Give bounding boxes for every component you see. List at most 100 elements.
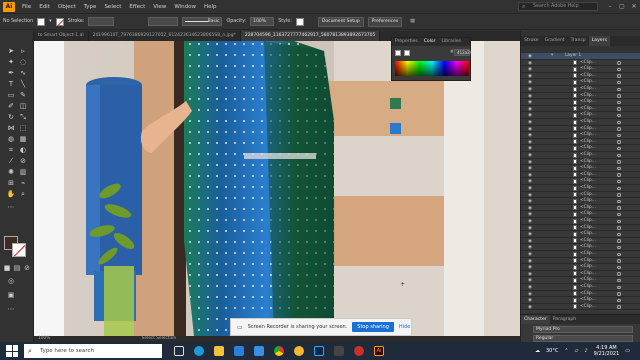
target-circle-icon[interactable] [617,127,621,131]
eye-icon[interactable]: ◉ [528,193,532,198]
eye-icon[interactable]: ◉ [528,179,532,184]
mesh-tool-icon[interactable]: ⌗ [6,146,16,155]
tab-character[interactable]: Character [521,315,550,324]
doc-tab-3[interactable]: 228704596_1163727777462917_5807813893892… [240,31,381,41]
eye-icon[interactable]: ◉ [528,100,532,105]
task-view-icon[interactable] [174,346,184,356]
draw-mode-icon[interactable]: ◎ [6,277,16,286]
layer-row[interactable]: ◉ <Clip... [521,112,640,119]
layer-row[interactable]: ◉ <Clip... [521,86,640,93]
hex-field[interactable]: 412a24 [454,49,472,56]
layer-row[interactable]: ◉ <Clip... [521,66,640,73]
layer-row[interactable]: ◉ <Clip... [521,251,640,258]
gradient-tool-icon[interactable]: ◐ [18,146,28,155]
tab-properties[interactable]: Properties [392,38,421,46]
menu-file[interactable]: File [18,4,35,10]
column-graph-icon[interactable]: ▥ [18,168,28,177]
target-circle-icon[interactable] [617,292,621,296]
color-mode-icon[interactable]: ■ [2,264,12,273]
eye-icon[interactable]: ◉ [528,94,532,99]
screen-mode-icon[interactable]: ▣ [6,291,16,300]
target-circle-icon[interactable] [617,259,621,263]
menu-effect[interactable]: Effect [125,4,149,10]
weather-temp[interactable]: 30°C [546,348,558,354]
zoom-level[interactable]: 100% [38,336,50,341]
file-explorer-icon[interactable] [214,346,224,356]
clock[interactable]: 4:19 AM 9/21/2021 [594,345,620,357]
layer-row[interactable]: ◉ <Clip... [521,185,640,192]
layer-row[interactable]: ◉ <Clip... [521,297,640,304]
style-swatch[interactable] [295,17,304,26]
eye-icon[interactable]: ◉ [528,80,532,85]
menu-view[interactable]: View [149,4,170,10]
photoshop-icon[interactable] [314,346,324,356]
artboard-canvas[interactable]: + [34,41,520,336]
perspective-grid-icon[interactable]: ▦ [18,135,28,144]
variable-width-field[interactable] [148,17,179,26]
tab-gradient[interactable]: Gradient [542,36,568,46]
menu-help[interactable]: Help [200,4,221,10]
help-search-input[interactable]: ⌕ Search Adobe Help [518,2,598,11]
layer-row[interactable]: ◉ <Clip... [521,277,640,284]
notifications-icon[interactable]: ▭ [625,348,630,354]
target-circle-icon[interactable] [617,100,621,105]
eye-icon[interactable]: ◉ [528,166,532,171]
target-circle-icon[interactable] [617,272,621,276]
font-style-field[interactable]: Regular [533,335,633,342]
target-circle-icon[interactable] [617,133,621,138]
eye-icon[interactable]: ◉ [528,298,532,303]
target-circle-icon[interactable] [617,166,621,171]
target-circle-icon[interactable] [617,153,621,157]
eye-icon[interactable]: ◉ [528,107,532,112]
eye-icon[interactable]: ◉ [528,252,532,257]
target-circle-icon[interactable] [617,179,621,184]
close-icon[interactable]: ✕ [628,3,640,10]
chrome-icon[interactable] [274,346,284,356]
mail-icon[interactable] [254,346,264,356]
target-circle-icon[interactable] [617,94,621,98]
layer-row[interactable]: ◉ <Clip... [521,145,640,152]
none-mode-icon[interactable]: ⊘ [22,264,32,273]
network-icon[interactable]: ▱ [575,348,579,354]
blend-tool-icon[interactable]: ⊘ [18,157,28,166]
target-circle-icon[interactable] [617,67,621,72]
menu-object[interactable]: Object [54,4,80,10]
slice-tool-icon[interactable]: ⌁ [18,179,28,188]
menu-window[interactable]: Window [170,4,200,10]
target-circle-icon[interactable] [617,61,621,65]
eye-icon[interactable]: ◉ [528,140,532,145]
doc-tab-2[interactable]: 24199610T_7976386929127052_6124236346238… [89,31,241,41]
target-circle-icon[interactable] [617,206,621,210]
chevron-down-icon[interactable]: ▾ [49,19,51,24]
target-circle-icon[interactable] [617,74,621,78]
shape-builder-icon[interactable]: ◍ [6,135,16,144]
store-icon[interactable] [234,346,244,356]
eyedropper-icon[interactable]: ⁄ [6,157,16,166]
layer-row[interactable]: ◉ <Clip... [521,211,640,218]
layer-row[interactable]: ◉ <Clip... [521,79,640,86]
rectangle-tool-icon[interactable]: ▭ [6,91,16,100]
edit-toolbar-icon[interactable]: ⋯ [6,305,16,314]
stroke-weight-field[interactable] [88,17,115,26]
target-circle-icon[interactable] [617,252,621,256]
lasso-icon[interactable]: ◌ [18,58,28,67]
magic-wand-icon[interactable]: ✦ [6,58,16,67]
stroke-swatch[interactable] [55,17,64,26]
brush-definition-field[interactable]: Basic [182,17,223,26]
target-circle-icon[interactable] [617,285,621,289]
opacity-field[interactable]: 100% [250,17,275,26]
layer-row[interactable]: ◉ <Clip... [521,264,640,271]
eye-icon[interactable]: ◉ [528,212,532,217]
layer-row[interactable]: ◉ <Clip... [521,231,640,238]
target-circle-icon[interactable] [617,245,621,250]
layer-row[interactable]: ◉ <Clip... [521,198,640,205]
pen-tool-icon[interactable]: ✒ [6,69,16,78]
zoom-tool-icon[interactable]: ⌕ [18,190,28,199]
eye-icon[interactable]: ◉ [528,305,532,310]
eye-icon[interactable]: ◉ [528,186,532,191]
menu-edit[interactable]: Edit [35,4,54,10]
illustrator-taskbar-icon[interactable]: Ai [374,346,384,356]
target-circle-icon[interactable] [617,239,621,243]
symbol-sprayer-icon[interactable]: ✺ [6,168,16,177]
eye-icon[interactable]: ◉ [528,219,532,224]
